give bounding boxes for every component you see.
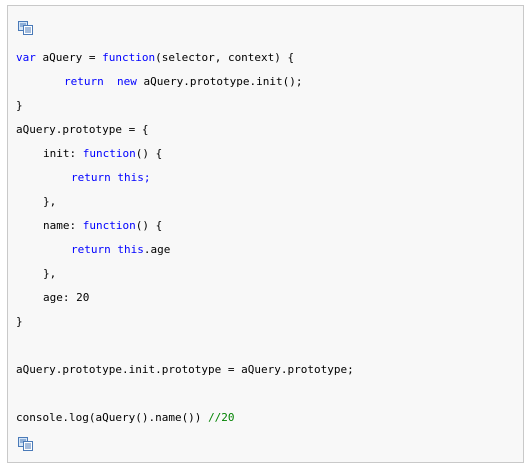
code-line: age: 20 [16, 290, 89, 306]
code-line: } [16, 314, 23, 330]
code-text: name: [43, 219, 83, 232]
code-line: return new aQuery.prototype.init(); [16, 74, 302, 90]
code-text: init: [43, 147, 83, 160]
code-keyword: function [82, 219, 136, 232]
code-comment: //20 [208, 411, 235, 424]
code-line: return this.age [16, 242, 170, 258]
copy-icon[interactable] [18, 437, 34, 451]
code-text: .age [143, 243, 171, 256]
code-text: } [16, 99, 23, 112]
code-text: aQuery = [35, 51, 103, 64]
code-text: age: 20 [43, 291, 90, 304]
code-line: console.log(aQuery().name()) //20 [16, 410, 235, 426]
code-line: init: function() { [16, 146, 162, 162]
code-line: name: function() { [16, 218, 162, 234]
code-text: () { [135, 219, 163, 232]
copy-icon[interactable] [18, 21, 34, 35]
code-keyword: this [117, 171, 144, 184]
code-line: aQuery.prototype.init.prototype = aQuery… [16, 362, 354, 378]
code-keyword: new [117, 75, 137, 88]
code-keyword: function [102, 51, 156, 64]
code-line: }, [16, 266, 56, 282]
code-text: aQuery.prototype = { [16, 123, 149, 136]
code-text: console.log(aQuery().name()) [16, 411, 209, 424]
code-block: var aQuery = function(selector, context)… [7, 5, 524, 463]
code-text: ; [143, 171, 151, 184]
code-line: } [16, 98, 23, 114]
code-text: () { [135, 147, 163, 160]
code-keyword: this [117, 243, 144, 256]
code-keyword: var [16, 51, 36, 64]
code-text: } [16, 315, 23, 328]
code-text: }, [43, 267, 57, 280]
code-line: aQuery.prototype = { [16, 122, 148, 138]
code-text: aQuery.prototype.init.prototype = aQuery… [16, 363, 354, 376]
code-text: (selector, context) { [155, 51, 295, 64]
code-line: var aQuery = function(selector, context)… [16, 50, 294, 66]
code-line: }, [16, 194, 56, 210]
code-keyword: function [82, 147, 136, 160]
code-line: return this; [16, 170, 151, 186]
code-text: }, [43, 195, 57, 208]
code-text: aQuery.prototype.init(); [136, 75, 303, 88]
code-keyword: return [71, 243, 111, 256]
code-keyword: return [71, 171, 111, 184]
code-keyword: return [64, 75, 104, 88]
